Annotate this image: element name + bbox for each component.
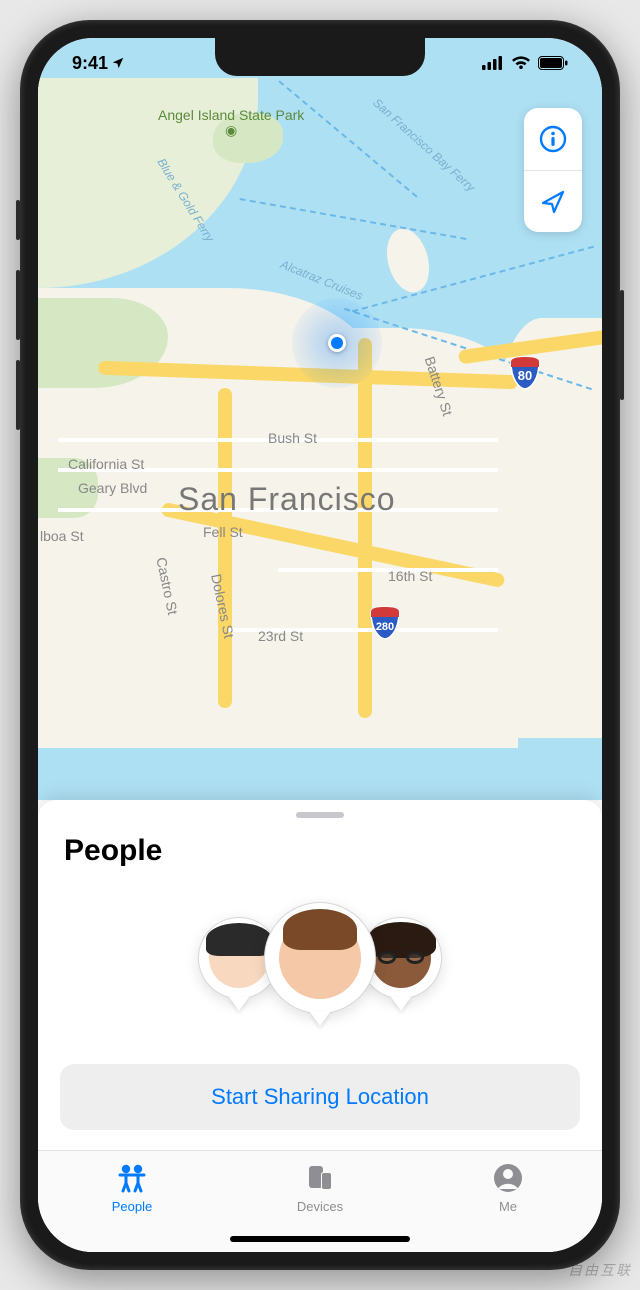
map-controls: [524, 108, 582, 232]
location-arrow-icon: [539, 188, 567, 216]
volume-up-button: [16, 270, 20, 340]
ferry-route: [240, 198, 467, 240]
side-button: [620, 290, 624, 400]
memoji-icon: [279, 917, 362, 1000]
interstate-shield-icon: 80: [508, 356, 542, 390]
street-label: Bush St: [268, 430, 317, 446]
highway: [218, 388, 232, 708]
info-button[interactable]: [524, 108, 582, 170]
memoji-icon: [209, 928, 269, 988]
bottom-sheet: People Start Sharing Location: [38, 800, 602, 1252]
location-services-icon: [111, 56, 125, 70]
street-label: 16th St: [388, 568, 432, 584]
wifi-icon: [511, 56, 531, 70]
people-illustration: [38, 894, 602, 1064]
memoji-icon: [371, 928, 431, 988]
phone-frame: 9:41: [20, 20, 620, 1270]
city-label: San Francisco: [178, 481, 396, 518]
watermark: 自由互联: [568, 1260, 632, 1280]
map[interactable]: Blue & Gold Ferry San Francisco Bay Ferr…: [38, 38, 602, 800]
svg-text:80: 80: [518, 368, 532, 383]
devices-icon: [303, 1161, 337, 1195]
home-indicator[interactable]: [230, 1236, 410, 1242]
info-icon: [538, 124, 568, 154]
tab-label: People: [112, 1199, 152, 1214]
ferry-label: San Francisco Bay Ferry: [370, 96, 477, 195]
tab-label: Devices: [297, 1199, 343, 1214]
notch: [215, 38, 425, 76]
tab-me[interactable]: Me: [414, 1151, 602, 1252]
street-label: lboa St: [40, 528, 84, 544]
street-label: California St: [68, 456, 144, 472]
cellular-icon: [482, 56, 504, 70]
start-sharing-button[interactable]: Start Sharing Location: [60, 1064, 580, 1130]
cta-label: Start Sharing Location: [211, 1084, 429, 1110]
street-label: Geary Blvd: [78, 480, 147, 496]
svg-text:280: 280: [376, 621, 394, 633]
highway: [358, 338, 372, 718]
interstate-shield-icon: 280: [368, 606, 402, 640]
tab-people[interactable]: People: [38, 1151, 226, 1252]
status-time: 9:41: [72, 53, 108, 74]
people-icon: [115, 1161, 149, 1195]
ferry-route: [278, 80, 417, 197]
park-label: Angel Island State Park◉: [158, 108, 304, 139]
tab-label: Me: [499, 1199, 517, 1214]
mute-switch: [16, 200, 20, 240]
person-pin: [264, 902, 376, 1026]
battery-icon: [538, 56, 568, 70]
screen: 9:41: [38, 38, 602, 1252]
street-label: 23rd St: [258, 628, 303, 644]
volume-down-button: [16, 360, 20, 430]
sheet-grabber[interactable]: [296, 812, 344, 818]
user-location-dot: [292, 298, 382, 388]
street-label: Fell St: [203, 524, 243, 540]
person-icon: [491, 1161, 525, 1195]
map-land: [380, 224, 435, 297]
locate-button[interactable]: [524, 170, 582, 232]
sheet-title: People: [38, 834, 602, 894]
